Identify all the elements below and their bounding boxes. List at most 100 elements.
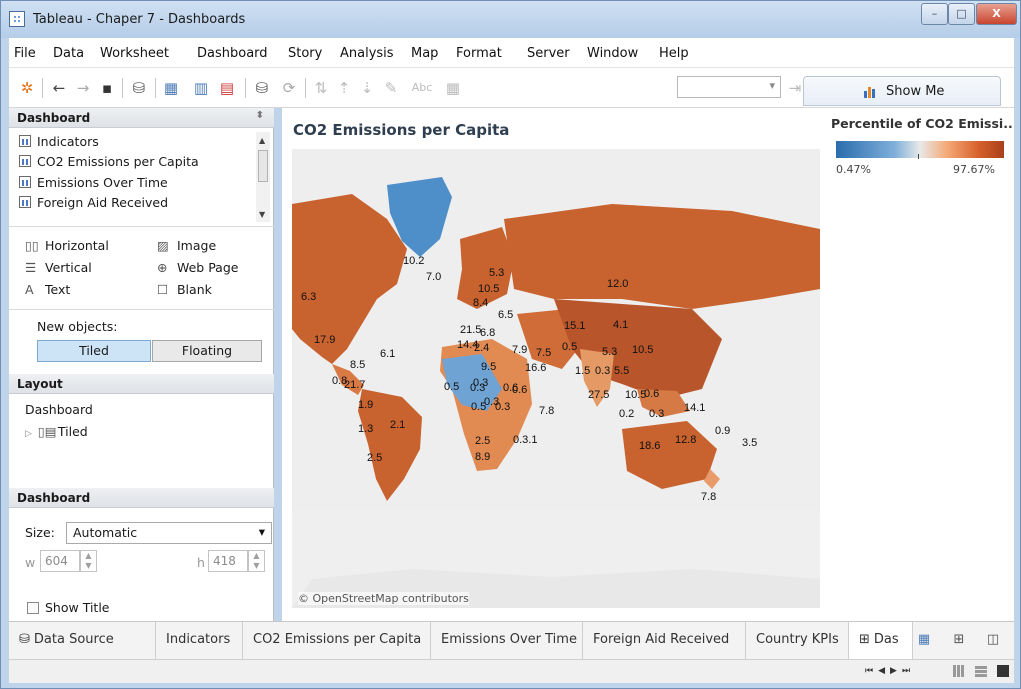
map-value-label: 14.1 xyxy=(684,402,706,414)
bar-chart-icon xyxy=(864,87,875,98)
object-blank[interactable]: ☐ Blank xyxy=(157,282,212,297)
sheet-item-emissions[interactable]: Emissions Over Time xyxy=(19,175,168,190)
sheet-navigation-icon[interactable]: ⏮◀▶⏭ xyxy=(865,666,915,676)
width-spinner[interactable]: ▲ ▼ xyxy=(80,550,97,572)
layout-root[interactable]: Dashboard xyxy=(25,402,93,417)
tableau-logo-icon[interactable]: ✲ xyxy=(17,78,37,98)
highlight-icon[interactable]: ✎ xyxy=(381,78,401,98)
show-me-button[interactable]: Show Me xyxy=(803,76,1001,106)
new-dashboard-tab-icon[interactable]: ⊞ xyxy=(951,632,967,648)
co2-map[interactable]: © OpenStreetMap contributors xyxy=(292,149,820,608)
presentation-icon[interactable]: ⇥ xyxy=(785,78,805,98)
map-value-label: 0.3 xyxy=(595,365,611,377)
map-value-label: 10.5 xyxy=(632,344,654,356)
toolbar-separator xyxy=(42,78,43,98)
minimize-button[interactable]: – xyxy=(921,3,948,25)
toolbar-separator xyxy=(305,78,306,98)
menu-file[interactable]: File xyxy=(14,46,36,61)
pane-options-icon[interactable]: ⬍ xyxy=(256,110,264,121)
object-text[interactable]: A Text xyxy=(25,282,70,297)
save-icon[interactable]: ▪ xyxy=(97,78,117,98)
sort-descending-icon[interactable]: ⇣ xyxy=(357,78,377,98)
worksheet-icon xyxy=(19,196,31,208)
legend-color-bar[interactable] xyxy=(836,141,1004,158)
dashboard-title: CO2 Emissions per Capita xyxy=(293,121,510,139)
clear-sheet-icon[interactable]: ▤ xyxy=(217,78,237,98)
sheet-item-indicators[interactable]: Indicators xyxy=(19,134,99,149)
menu-story[interactable]: Story xyxy=(288,46,322,61)
menu-worksheet[interactable]: Worksheet xyxy=(100,46,169,61)
sheet-list-scrollbar[interactable]: ▲ ▼ xyxy=(256,132,270,222)
floating-toggle[interactable]: Floating xyxy=(152,340,262,362)
pause-updates-icon[interactable]: ⛁ xyxy=(252,78,272,98)
maximize-button[interactable]: □ xyxy=(948,3,975,25)
tab-country-kpis[interactable]: Country KPIs xyxy=(746,622,849,659)
scroll-thumb[interactable] xyxy=(258,150,268,182)
map-value-label: 0.6 xyxy=(644,388,660,400)
tab-emissions-over-time[interactable]: Emissions Over Time xyxy=(431,622,583,659)
menu-analysis[interactable]: Analysis xyxy=(340,46,394,61)
height-input[interactable]: 418 xyxy=(208,550,248,572)
object-web-page[interactable]: ⊕ Web Page xyxy=(157,260,238,275)
size-label: Size: xyxy=(25,525,55,540)
layout-tiled-node[interactable]: ▷ ▯▤ Tiled xyxy=(25,424,88,439)
object-vertical[interactable]: ☰ Vertical xyxy=(25,260,92,275)
sheet-label: Indicators xyxy=(37,134,99,149)
sheet-label: Foreign Aid Received xyxy=(37,195,169,210)
object-label: Text xyxy=(44,282,71,297)
fit-dropdown[interactable] xyxy=(677,76,781,98)
height-spinner[interactable]: ▲ ▼ xyxy=(248,550,265,572)
horizontal-icon: ▯▯ xyxy=(25,238,39,253)
object-horizontal[interactable]: ▯▯ Horizontal xyxy=(25,238,109,253)
new-worksheet-tab-icon[interactable]: ▦ xyxy=(916,632,932,648)
menu-window[interactable]: Window xyxy=(587,46,638,61)
menu-dashboard[interactable]: Dashboard xyxy=(197,46,268,61)
map-value-label: 2.5 xyxy=(475,435,491,447)
close-button[interactable]: X xyxy=(976,3,1017,25)
menu-format[interactable]: Format xyxy=(456,46,502,61)
object-image[interactable]: ▨ Image xyxy=(157,238,216,253)
width-input[interactable]: 604 xyxy=(40,550,80,572)
menu-server[interactable]: Server xyxy=(527,46,570,61)
tab-co2[interactable]: CO2 Emissions per Capita xyxy=(243,622,431,659)
map-value-label: 4.1 xyxy=(613,319,629,331)
swap-icon[interactable]: ⇅ xyxy=(311,78,331,98)
sheet-sorter-icon[interactable] xyxy=(953,665,965,677)
duplicate-sheet-icon[interactable]: ▥ xyxy=(191,78,211,98)
sheet-item-foreign-aid[interactable]: Foreign Aid Received xyxy=(19,195,168,210)
show-title-checkbox[interactable] xyxy=(27,602,39,614)
tab-indicators[interactable]: Indicators xyxy=(156,622,243,659)
redo-icon[interactable]: → xyxy=(73,78,93,98)
scroll-up-icon[interactable]: ▲ xyxy=(259,136,265,145)
menu-map[interactable]: Map xyxy=(411,46,438,61)
tabs-view-icon[interactable] xyxy=(997,665,1009,677)
map-value-label: 6.3 xyxy=(301,291,317,303)
image-icon: ▨ xyxy=(157,238,169,253)
map-value-label: 0.9 xyxy=(715,425,731,437)
labels-icon[interactable]: Abc xyxy=(409,78,435,98)
sort-ascending-icon[interactable]: ⇡ xyxy=(334,78,354,98)
size-select[interactable]: Automatic xyxy=(66,522,272,544)
map-value-label: 8.4 xyxy=(473,297,489,309)
menu-help[interactable]: Help xyxy=(659,46,689,61)
expand-triangle-icon[interactable]: ▷ xyxy=(25,429,32,439)
tab-data-source[interactable]: ⛁ Data Source xyxy=(9,622,156,659)
map-value-label: 10.5 xyxy=(478,283,500,295)
new-story-tab-icon[interactable]: ◫ xyxy=(985,632,1001,648)
scroll-down-icon[interactable]: ▼ xyxy=(259,210,265,219)
undo-icon[interactable]: ← xyxy=(49,78,69,98)
refresh-icon[interactable]: ⟳ xyxy=(279,78,299,98)
sheet-label: CO2 Emissions per Capita xyxy=(37,154,199,169)
fit-icon[interactable]: ▦ xyxy=(443,78,463,98)
legend-title: Percentile of CO2 Emissi.. xyxy=(831,116,1013,131)
new-worksheet-icon[interactable]: ▦ xyxy=(161,78,181,98)
sheet-item-co2[interactable]: CO2 Emissions per Capita xyxy=(19,154,199,169)
tab-dashboard-active[interactable]: ⊞ Das xyxy=(849,622,913,659)
new-data-source-icon[interactable]: ⛁ xyxy=(129,78,149,98)
map-value-label: 2.1 xyxy=(390,419,406,431)
tiled-toggle[interactable]: Tiled xyxy=(37,340,151,362)
menu-data[interactable]: Data xyxy=(53,46,84,61)
filmstrip-icon[interactable] xyxy=(975,665,987,677)
map-value-label: 7.0 xyxy=(426,271,442,283)
tab-foreign-aid[interactable]: Foreign Aid Received xyxy=(583,622,746,659)
